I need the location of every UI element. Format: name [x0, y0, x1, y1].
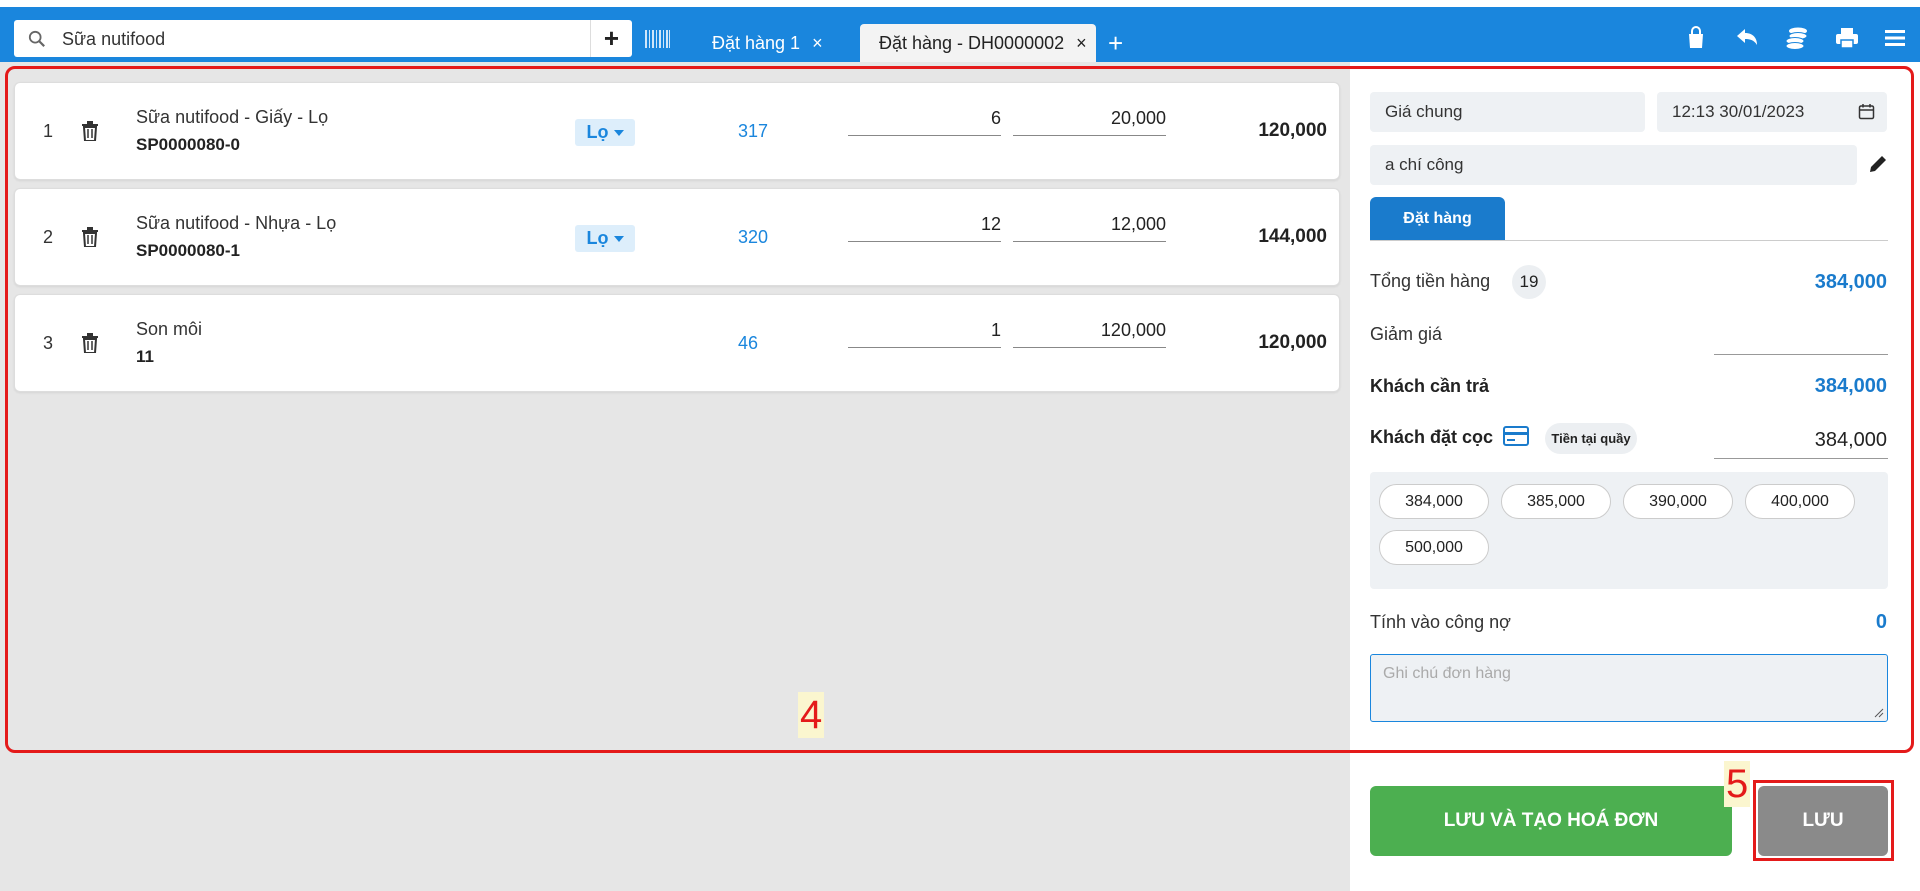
trash-icon[interactable]	[81, 333, 99, 353]
item-stock[interactable]: 320	[738, 227, 768, 248]
tab-order[interactable]: Đặt hàng	[1370, 197, 1505, 240]
order-item-row: 3 Son môi 11 46 1 120,000 120,000	[14, 294, 1340, 392]
datetime-value: 12:13 30/01/2023	[1672, 102, 1805, 121]
item-name: Son môi	[136, 319, 203, 339]
annotation-label-5: 5	[1724, 761, 1751, 807]
menu-icon[interactable]	[1881, 24, 1909, 52]
tab-label: Đặt hàng - DH0000002	[879, 32, 1065, 53]
save-and-invoice-button[interactable]: LƯU VÀ TẠO HOÁ ĐƠN	[1370, 786, 1732, 856]
debt-value: 0	[1875, 611, 1887, 633]
line-total: 120,000	[1258, 120, 1327, 141]
line-total: 144,000	[1258, 226, 1327, 247]
item-index: 1	[43, 121, 54, 141]
line-total: 120,000	[1258, 332, 1327, 353]
price-input[interactable]: 120,000	[1013, 318, 1166, 348]
quick-amount-chip[interactable]: 400,000	[1745, 484, 1855, 519]
resize-grip-icon[interactable]	[1874, 708, 1884, 718]
add-tab-button[interactable]: +	[1108, 30, 1123, 56]
close-icon[interactable]: ×	[1076, 33, 1087, 54]
item-code: SP0000080-1	[136, 241, 240, 260]
deposit-label: Khách đặt cọc	[1370, 427, 1494, 447]
unit-label: Lọ	[586, 228, 609, 248]
quick-amount-chip[interactable]: 500,000	[1379, 530, 1489, 565]
close-icon[interactable]: ×	[812, 33, 823, 54]
annotation-label-4: 4	[798, 692, 825, 738]
deposit-input[interactable]: 384,000	[1815, 429, 1887, 452]
item-name: Sữa nutifood - Nhựa - Lọ	[136, 213, 337, 233]
payment-method-badge[interactable]: Tiền tại quầy	[1545, 423, 1637, 454]
barcode-icon[interactable]	[644, 29, 672, 49]
quick-amount-chip[interactable]: 384,000	[1379, 484, 1489, 519]
item-code: SP0000080-0	[136, 135, 240, 154]
shopping-bag-icon[interactable]	[1682, 24, 1710, 52]
item-stock[interactable]: 46	[738, 333, 758, 354]
tab-order-dh0000002[interactable]: Đặt hàng - DH0000002 ×	[860, 24, 1096, 62]
trash-icon[interactable]	[81, 227, 99, 247]
order-note-textarea[interactable]: Ghi chú đơn hàng	[1370, 654, 1888, 722]
tab-order-1[interactable]: Đặt hàng 1 ×	[712, 24, 852, 62]
payable-value: 384,000	[1814, 375, 1887, 397]
pencil-icon[interactable]	[1867, 153, 1889, 175]
quick-amount-chip[interactable]: 390,000	[1623, 484, 1733, 519]
unit-dropdown[interactable]: Lọ	[575, 225, 635, 252]
quick-amount-chip[interactable]: 385,000	[1501, 484, 1611, 519]
top-stripe	[0, 0, 1920, 7]
price-input[interactable]: 12,000	[1013, 212, 1166, 242]
unit-dropdown[interactable]: Lọ	[575, 119, 635, 146]
discount-label: Giảm giá	[1370, 324, 1443, 344]
item-index: 2	[43, 227, 54, 247]
undo-icon[interactable]	[1733, 24, 1761, 52]
quantity-input[interactable]: 6	[848, 106, 1001, 136]
deposit-underline	[1714, 458, 1888, 459]
unit-label: Lọ	[586, 122, 609, 142]
debt-label: Tính vào công nợ	[1370, 612, 1511, 632]
item-code: 11	[136, 347, 154, 366]
quick-amount-box: 384,000 385,000 390,000 400,000 500,000	[1370, 472, 1888, 589]
order-item-row: 1 Sữa nutifood - Giấy - Lọ SP0000080-0 L…	[14, 82, 1340, 180]
top-bar: Sữa nutifood + Đặt hàng 1 × Đặt hàng - D…	[0, 0, 1920, 62]
customer-field[interactable]: a chí công	[1370, 145, 1857, 185]
order-datetime-field[interactable]: 12:13 30/01/2023	[1657, 92, 1887, 132]
quantity-input[interactable]: 1	[848, 318, 1001, 348]
price-book-select[interactable]: Giá chung	[1370, 92, 1645, 132]
item-name: Sữa nutifood - Giấy - Lọ	[136, 107, 329, 127]
item-count-badge: 19	[1512, 265, 1546, 299]
quantity-input[interactable]: 12	[848, 212, 1001, 242]
product-search-box[interactable]: Sữa nutifood +	[14, 20, 632, 57]
payable-label: Khách cần trả	[1370, 376, 1490, 396]
search-icon	[28, 30, 45, 47]
subtotal-label: Tổng tiền hàng	[1370, 271, 1491, 291]
caret-down-icon	[613, 129, 624, 136]
item-index: 3	[43, 333, 54, 353]
search-input[interactable]: Sữa nutifood	[62, 29, 165, 50]
subtotal-value: 384,000	[1814, 271, 1887, 293]
note-placeholder: Ghi chú đơn hàng	[1383, 665, 1511, 682]
discount-input[interactable]	[1714, 354, 1888, 355]
save-button[interactable]: LƯU	[1758, 786, 1888, 856]
caret-down-icon	[613, 235, 624, 242]
order-item-row: 2 Sữa nutifood - Nhựa - Lọ SP0000080-1 L…	[14, 188, 1340, 286]
add-product-button[interactable]: +	[590, 20, 632, 57]
item-stock[interactable]: 317	[738, 121, 768, 142]
calendar-icon[interactable]	[1858, 103, 1875, 120]
tab-divider	[1370, 240, 1888, 241]
credit-card-icon[interactable]	[1503, 426, 1529, 446]
price-input[interactable]: 20,000	[1013, 106, 1166, 136]
trash-icon[interactable]	[81, 121, 99, 141]
tab-label: Đặt hàng 1	[712, 32, 801, 53]
coins-icon[interactable]	[1783, 24, 1811, 52]
print-icon[interactable]	[1833, 24, 1861, 52]
